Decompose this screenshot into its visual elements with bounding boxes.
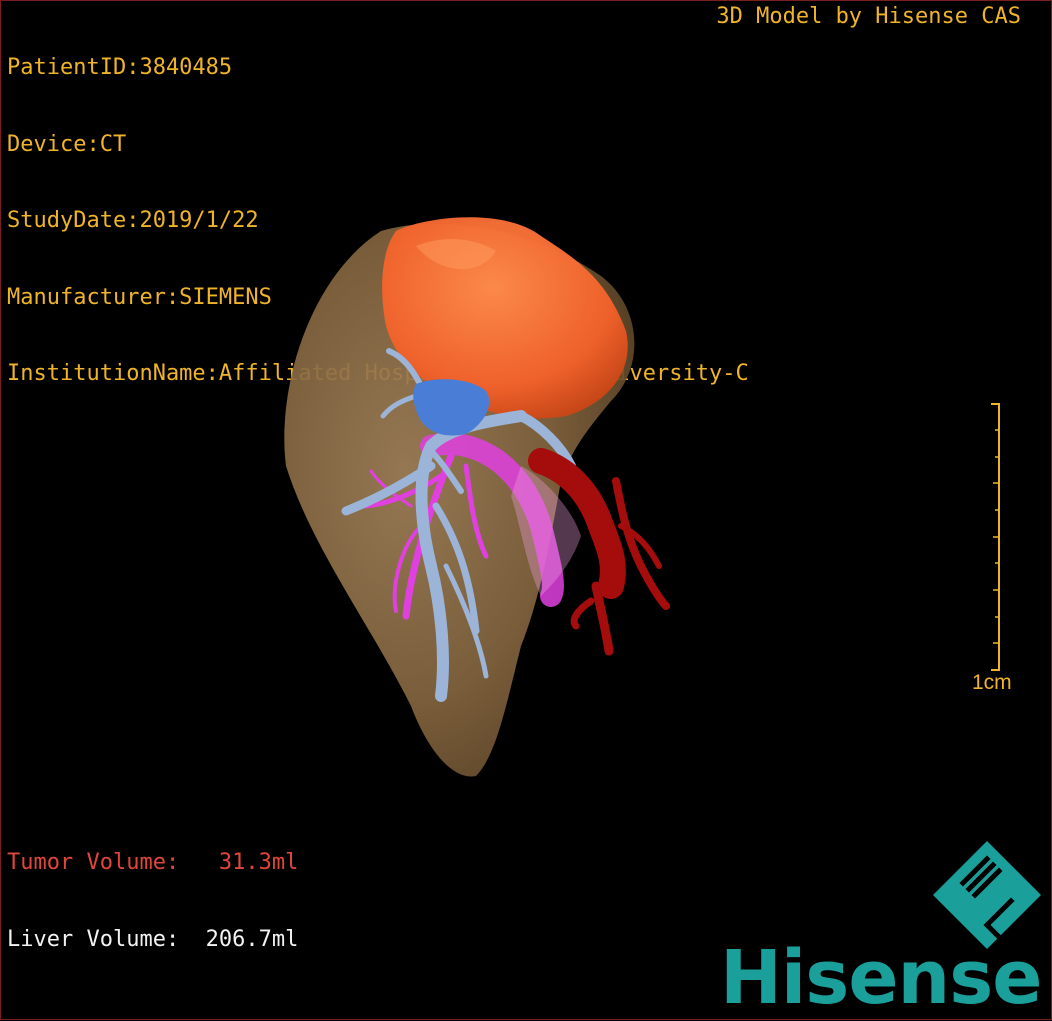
patient-id-text: PatientID:3840485	[7, 55, 233, 80]
liver-3d-model[interactable]	[271, 206, 691, 786]
brand-wordmark: Hisense	[720, 935, 1042, 1021]
device-text: Device:CT	[7, 131, 127, 157]
liver-volume-text: Liver Volume: 206.7ml	[7, 927, 299, 952]
model-credit-text: 3D Model by Hisense CAS	[716, 4, 1021, 29]
3d-render-viewport[interactable]: PatientID:3840485 Device:CT StudyDate:20…	[0, 0, 1052, 1020]
volume-readout: Tumor Volume: 31.3ml Liver Volume: 206.7…	[7, 799, 298, 1004]
scale-bar-label: 1cm	[972, 671, 1012, 694]
tumor-volume-text: Tumor Volume: 31.3ml	[7, 850, 299, 875]
scale-bar	[991, 403, 1000, 671]
